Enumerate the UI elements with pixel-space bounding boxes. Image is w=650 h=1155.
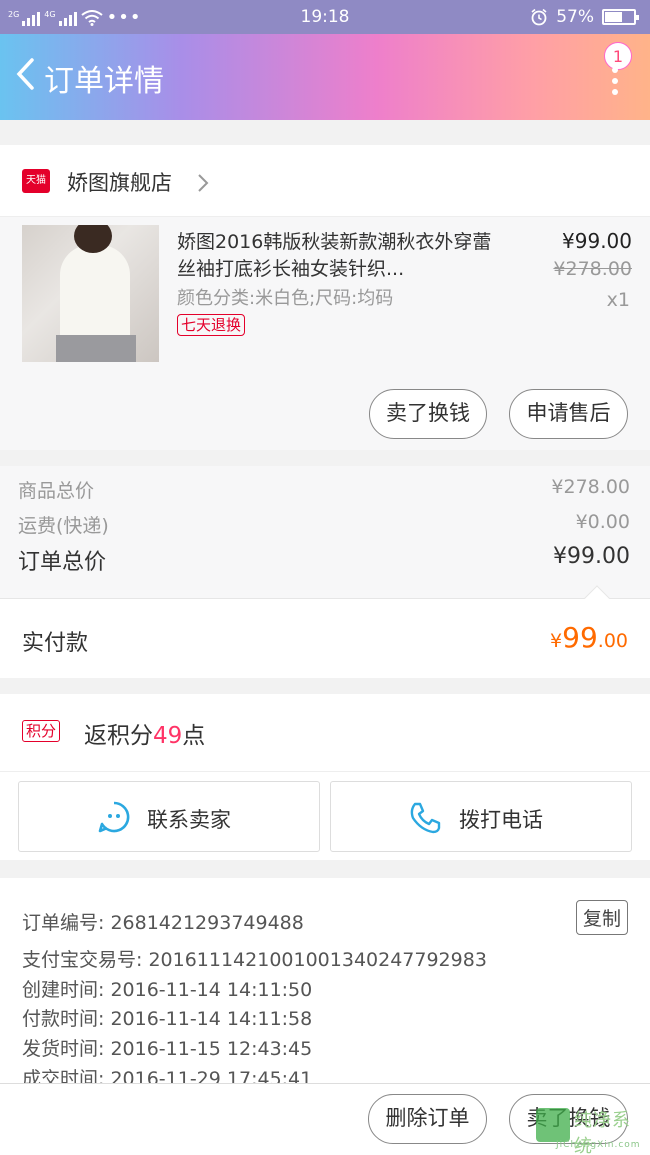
goods-total-value: ¥278.00: [551, 476, 630, 498]
status-right: 57%: [530, 7, 639, 27]
product-image[interactable]: [22, 225, 159, 362]
order-total-label: 订单总价: [18, 550, 107, 575]
back-chevron-icon[interactable]: [12, 54, 42, 94]
paid-amount: ¥99.00: [550, 621, 628, 654]
shop-row[interactable]: 天猫 娇图旗舰店: [0, 145, 650, 217]
paid-time: 付款时间: 2016-11-14 14:11:58: [22, 1008, 313, 1030]
goods-total-row: 商品总价 ¥278.00: [18, 476, 630, 503]
call-phone-button[interactable]: 拨打电话: [330, 781, 632, 852]
paid-amount-row: 实付款 ¥99.00: [0, 585, 650, 678]
battery-percent: 57%: [556, 7, 594, 27]
paid-label: 实付款: [22, 631, 89, 656]
battery-icon: [602, 9, 639, 25]
aftersale-button[interactable]: 申请售后: [509, 389, 628, 439]
points-text: 返积分49点: [84, 723, 206, 749]
page-title: 订单详情: [44, 64, 164, 99]
product-quantity: x1: [606, 289, 630, 311]
chat-bubble-icon: [98, 801, 130, 833]
product-spec: 颜色分类:米白色;尺码:均码: [177, 288, 394, 309]
shipping-row: 运费(快递) ¥0.00: [18, 511, 630, 538]
phone-icon: [410, 802, 441, 834]
sell-resell-button[interactable]: 卖了换钱: [369, 389, 487, 439]
more-vertical-icon[interactable]: [610, 66, 620, 96]
created-time: 创建时间: 2016-11-14 14:11:50: [22, 979, 313, 1001]
order-total-row: 订单总价 ¥99.00: [18, 544, 630, 576]
points-badge: 积分: [22, 720, 61, 742]
delete-order-button[interactable]: 删除订单: [368, 1094, 487, 1144]
order-total-value: ¥99.00: [553, 544, 630, 569]
order-number: 订单编号: 2681421293749488: [22, 912, 304, 934]
alarm-icon: [531, 8, 547, 26]
order-info: 订单编号: 2681421293749488 复制 支付宝交易号: 201611…: [0, 878, 650, 1090]
app-header: 订单详情 1: [0, 34, 650, 120]
product-price: ¥99.00: [562, 229, 632, 253]
tmall-icon: 天猫: [22, 169, 50, 193]
product-original-price: ¥278.00: [553, 258, 632, 280]
chevron-right-icon: [198, 174, 209, 192]
shipping-value: ¥0.00: [575, 511, 630, 533]
contact-seller-button[interactable]: 联系卖家: [18, 781, 320, 852]
shipping-label: 运费(快递): [18, 515, 109, 537]
watermark-logo: 纯净系统 JiChengXin.com: [526, 1102, 646, 1155]
order-item: 娇图2016韩版秋装新款潮秋衣外穿蕾丝袖打底衫长袖女装针织... 颜色分类:米白…: [0, 217, 650, 450]
goods-total-label: 商品总价: [18, 480, 95, 502]
product-title[interactable]: 娇图2016韩版秋装新款潮秋衣外穿蕾丝袖打底衫长袖女装针织...: [177, 229, 507, 283]
contact-seller-label: 联系卖家: [147, 808, 231, 832]
shipped-time: 发货时间: 2016-11-15 12:43:45: [22, 1038, 313, 1060]
points-row: 积分 返积分49点: [0, 694, 650, 772]
return-policy-badge: 七天退换: [177, 314, 246, 336]
shop-name: 娇图旗舰店: [67, 171, 172, 195]
call-phone-label: 拨打电话: [459, 808, 543, 832]
status-bar: 2G 4G ••• 19:18 57%: [0, 0, 650, 34]
copy-button[interactable]: 复制: [575, 900, 628, 935]
price-summary: 商品总价 ¥278.00 运费(快递) ¥0.00 订单总价 ¥99.00: [0, 466, 650, 598]
alipay-trade-number: 支付宝交易号: 2016111421001001340247792983: [22, 949, 487, 971]
contact-actions: 联系卖家 拨打电话: [0, 772, 650, 860]
